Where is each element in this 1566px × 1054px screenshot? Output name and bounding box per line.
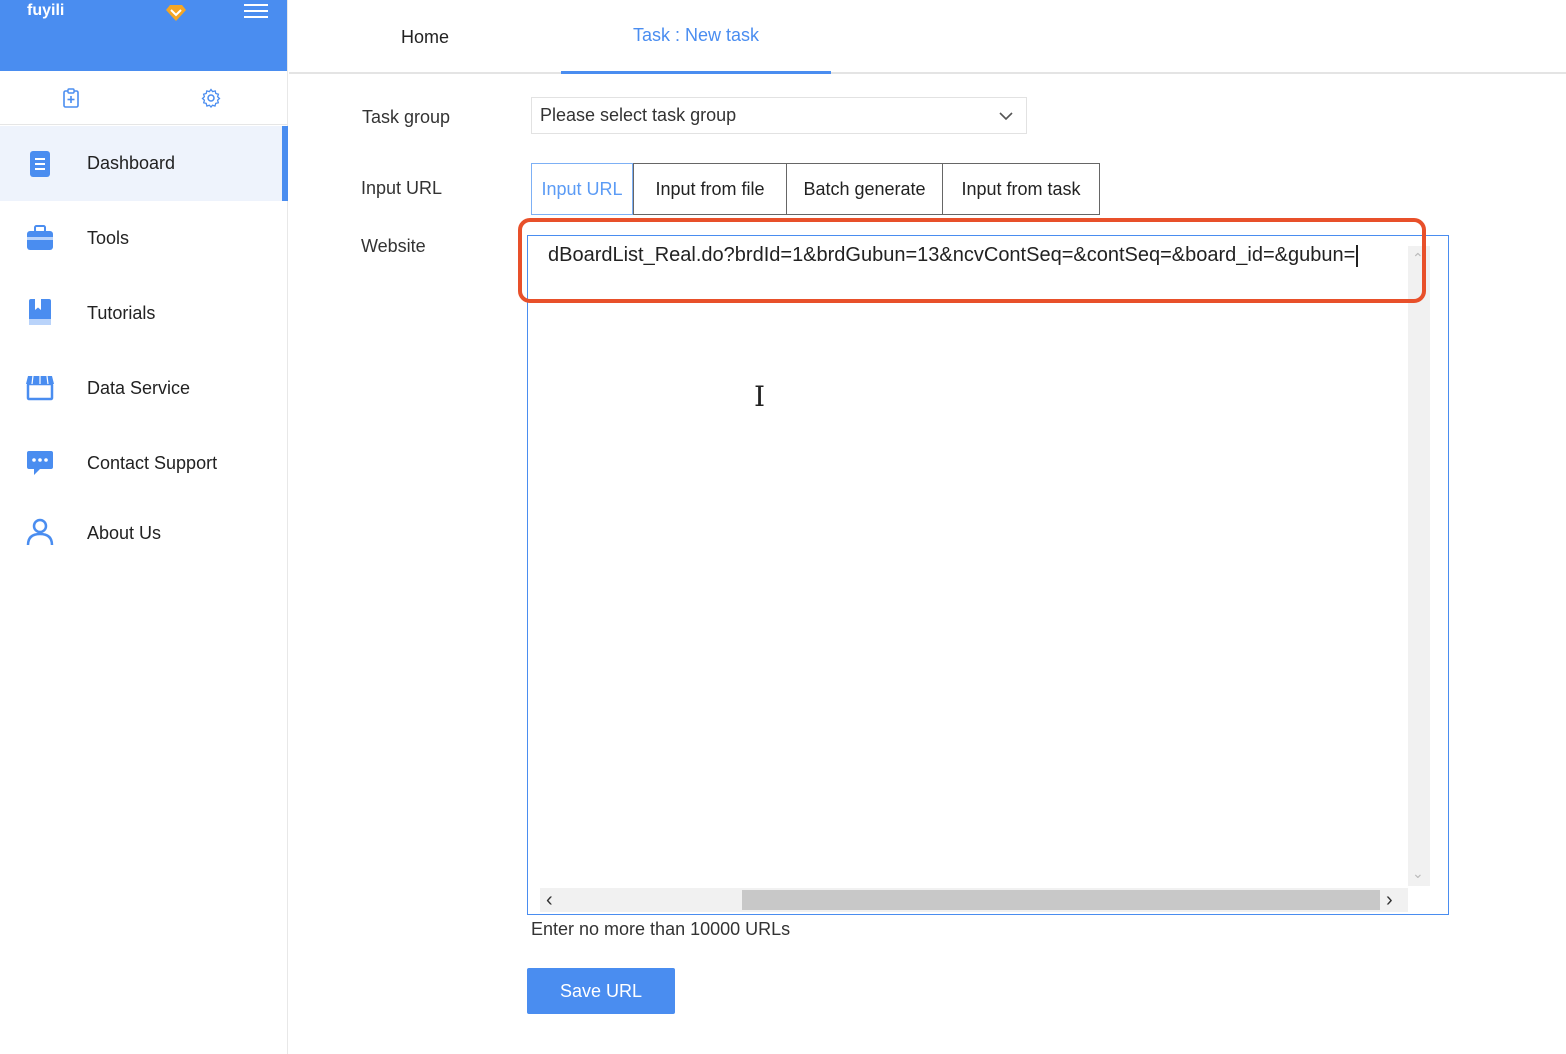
main-panel: Home Task : New task Task group Please s… [289,0,1566,1054]
book-icon [29,299,51,325]
scroll-right-icon[interactable]: › [1386,888,1393,912]
sidebar-item-label: Dashboard [87,153,176,173]
url-textarea[interactable]: dBoardList_Real.do?brdId=1&brdGubun=13&n… [527,235,1449,915]
user-icon [26,518,54,546]
sidebar-toolbar [0,71,287,125]
save-url-button[interactable]: Save URL [527,968,675,1014]
vertical-scrollbar[interactable]: ⌃ ⌄ [1408,246,1430,886]
sidebar-item-data-service[interactable]: Data Service [0,351,288,426]
sidebar-item-about-us[interactable]: About Us [0,496,288,571]
store-icon [26,375,54,401]
diamond-vip-icon[interactable] [165,4,187,22]
input-url-label: Input URL [361,178,443,198]
scroll-up-icon[interactable]: ⌃ [1412,250,1424,267]
settings-gear-icon[interactable] [201,88,221,108]
sidebar-item-label: Tools [87,228,130,248]
task-group-select-value: Please select task group [540,105,737,125]
scroll-left-icon[interactable]: ‹ [546,888,553,912]
text-caret [1356,244,1359,267]
sidebar-item-tools[interactable]: Tools [0,201,288,276]
url-textarea-value: dBoardList_Real.do?brdId=1&brdGubun=13&n… [548,244,1359,267]
task-group-label: Task group [362,107,451,127]
sidebar-item-tutorials[interactable]: Tutorials [0,276,288,351]
tab-new-task[interactable]: Task : New task [561,0,831,74]
sidebar: fuyili Dashboard Tools Tutorials Data Se… [0,0,288,1054]
text-cursor-icon: I [754,380,766,413]
mode-input-from-file-button[interactable]: Input from file [633,163,787,215]
sidebar-item-dashboard[interactable]: Dashboard [0,126,288,201]
mode-input-url-button[interactable]: Input URL [531,163,633,215]
url-text: dBoardList_Real.do?brdId=1&brdGubun=13&n… [548,244,1356,266]
chat-bubble-icon [27,451,53,475]
task-group-select[interactable]: Please select task group [531,97,1027,134]
mode-batch-generate-button[interactable]: Batch generate [786,163,943,215]
website-label: Website [361,236,426,256]
brand-bar: fuyili [0,0,287,71]
tab-bar: Home Task : New task [289,0,1566,74]
sidebar-item-label: Tutorials [87,303,156,323]
document-icon [30,151,50,177]
sidebar-item-contact-support[interactable]: Contact Support [0,426,288,501]
toolbox-icon [27,225,53,250]
hamburger-menu-icon[interactable] [244,4,268,22]
horizontal-scroll-thumb[interactable] [742,890,1380,910]
horizontal-scrollbar[interactable]: ‹ › [540,888,1408,912]
mode-input-from-task-button[interactable]: Input from task [942,163,1100,215]
scroll-down-icon[interactable]: ⌄ [1412,865,1424,882]
sidebar-item-label: About Us [87,523,162,543]
clipboard-add-icon[interactable] [61,88,81,108]
tab-home[interactable]: Home [339,0,511,74]
chevron-down-icon [999,112,1013,121]
url-limit-hint: Enter no more than 10000 URLs [531,919,791,939]
sidebar-item-label: Data Service [87,378,191,398]
brand-name: fuyili [27,2,65,19]
sidebar-item-label: Contact Support [87,453,218,473]
